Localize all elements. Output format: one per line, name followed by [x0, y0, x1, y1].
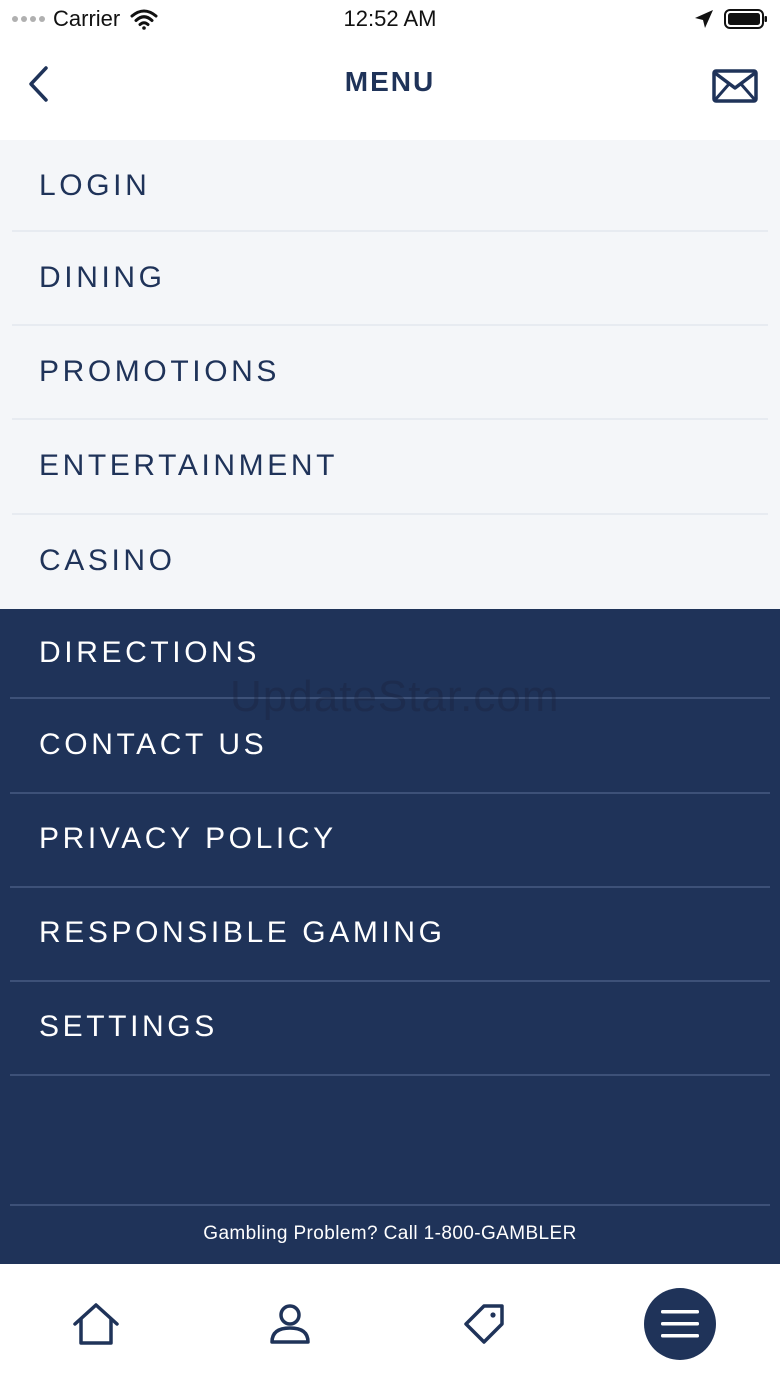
menu-tab-active-indicator — [644, 1288, 716, 1360]
menu-item-label: DIRECTIONS — [39, 636, 261, 669]
mail-button[interactable] — [710, 66, 760, 106]
gambling-helpline-note: Gambling Problem? Call 1-800-GAMBLER — [203, 1223, 577, 1244]
status-bar: Carrier 12:52 AM — [0, 0, 780, 40]
user-icon — [270, 1304, 310, 1344]
menu-item-dining[interactable]: DINING — [0, 232, 780, 326]
location-arrow-icon — [695, 10, 713, 28]
tab-home[interactable] — [56, 1284, 136, 1364]
nav-bar: MENU — [0, 40, 780, 140]
footer-divider — [10, 1204, 770, 1206]
menu-item-login[interactable]: LOGIN — [0, 140, 780, 234]
mail-icon — [712, 69, 758, 103]
menu-item-casino[interactable]: CASINO — [0, 515, 780, 609]
menu-item-promotions[interactable]: PROMOTIONS — [0, 326, 780, 420]
menu-item-label: ENTERTAINMENT — [39, 449, 339, 482]
divider — [10, 1074, 770, 1076]
home-icon — [73, 1303, 119, 1345]
secondary-menu: DIRECTIONS CONTACT US PRIVACY POLICY RES… — [0, 609, 780, 1264]
status-right — [694, 6, 768, 32]
menu-item-label: CONTACT US — [39, 728, 268, 761]
menu-item-label: PROMOTIONS — [39, 355, 281, 388]
menu-item-contact-us[interactable]: CONTACT US — [0, 699, 780, 793]
page-title: MENU — [344, 66, 436, 97]
menu-item-privacy-policy[interactable]: PRIVACY POLICY — [0, 793, 780, 887]
tag-icon — [464, 1304, 504, 1344]
battery-icon — [724, 9, 767, 29]
tab-offers[interactable] — [444, 1284, 524, 1364]
menu-item-label: CASINO — [39, 544, 176, 577]
menu-item-label: SETTINGS — [39, 1010, 218, 1043]
menu-item-responsible-gaming[interactable]: RESPONSIBLE GAMING — [0, 887, 780, 981]
primary-menu: LOGIN DINING PROMOTIONS ENTERTAINMENT CA… — [0, 140, 780, 609]
menu-item-directions[interactable]: DIRECTIONS — [0, 607, 780, 701]
menu-item-label: DINING — [39, 261, 166, 294]
menu-item-label: LOGIN — [39, 169, 151, 202]
menu-item-label: RESPONSIBLE GAMING — [39, 916, 446, 949]
tab-menu[interactable] — [640, 1284, 720, 1364]
status-time: 12:52 AM — [343, 6, 437, 31]
tab-profile[interactable] — [250, 1284, 330, 1364]
menu-item-settings[interactable]: SETTINGS — [0, 981, 780, 1075]
menu-item-entertainment[interactable]: ENTERTAINMENT — [0, 420, 780, 514]
tab-bar — [0, 1264, 780, 1387]
hamburger-menu-icon — [661, 1310, 699, 1338]
menu-item-label: PRIVACY POLICY — [39, 822, 337, 855]
